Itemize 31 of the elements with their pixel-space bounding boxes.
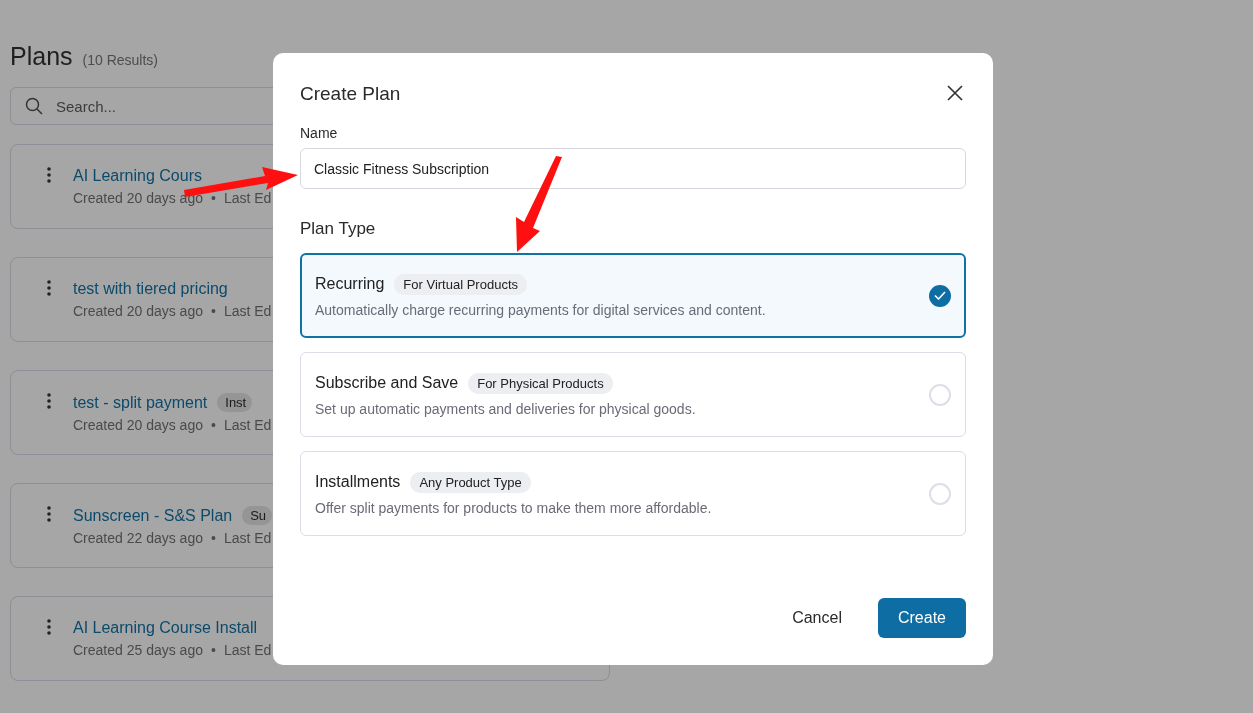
option-description: Automatically charge recurring payments for digital services and content.	[315, 301, 767, 318]
last-edited-date: Last Ed	[223, 642, 272, 658]
name-label: Name	[300, 125, 339, 141]
created-date: Created 20 days ago	[73, 417, 203, 433]
page-title: Plans	[10, 42, 73, 71]
separator-dot: •	[211, 303, 216, 319]
product-type-tag: For Virtual Products	[394, 273, 527, 295]
created-date: Created 25 days ago	[73, 642, 203, 658]
last-edited-date: Last Ed	[223, 417, 272, 433]
created-date: Created 20 days ago	[73, 303, 203, 319]
plan-type-tag: Su	[242, 506, 273, 525]
plan-type-tag: Inst	[217, 393, 253, 412]
separator-dot: •	[211, 642, 216, 658]
option-title: Recurring	[315, 275, 385, 293]
separator-dot: •	[211, 417, 216, 433]
created-date: Created 22 days ago	[73, 530, 203, 546]
last-edited-date: Last Ed	[223, 303, 272, 319]
product-type-tag: For Physical Products	[468, 372, 613, 394]
product-type-tag: Any Product Type	[410, 471, 531, 493]
option-description: Offer split payments for products to make them more affordable.	[315, 499, 713, 516]
option-title: Subscribe and Save	[315, 374, 459, 392]
dialog-title: Create Plan	[300, 83, 401, 105]
plan-type-label: Plan Type	[300, 219, 377, 239]
last-edited-date: Last Ed	[223, 190, 272, 206]
last-edited-date: Last Ed	[223, 530, 272, 546]
option-description: Set up automatic payments and deliveries for physical goods.	[315, 400, 697, 417]
created-date: Created 20 days ago	[73, 190, 203, 206]
separator-dot: •	[211, 190, 216, 206]
option-title: Installments	[315, 473, 401, 491]
result-count: (10 Results)	[82, 52, 158, 68]
separator-dot: •	[211, 530, 216, 546]
